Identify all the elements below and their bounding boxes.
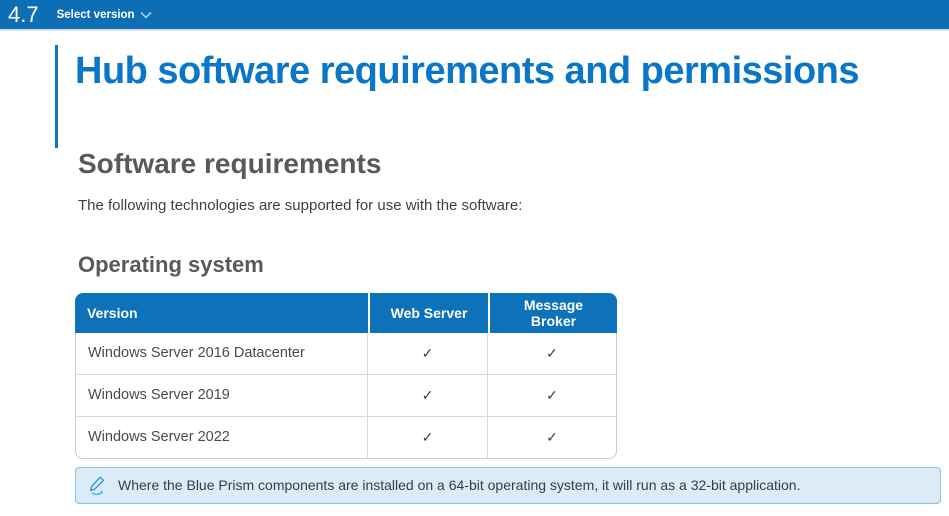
title-block: Hub software requirements and permission…	[55, 45, 949, 148]
documentation-page: 4.7 Select version Hub software requirem…	[0, 0, 949, 516]
page-title: Hub software requirements and permission…	[75, 50, 860, 92]
section-heading-software-requirements: Software requirements	[78, 148, 382, 179]
checkmark-icon: ✓	[546, 386, 558, 403]
pencil-icon	[88, 475, 107, 496]
table-row: Windows Server 2022 ✓ ✓	[75, 416, 617, 459]
select-version-dropdown[interactable]: Select version	[57, 9, 152, 21]
checkmark-icon: ✓	[546, 344, 558, 361]
column-header-message-broker: Message Broker	[488, 292, 617, 333]
chevron-down-icon[interactable]	[140, 11, 152, 19]
version-cell: Windows Server 2016 Datacenter	[75, 332, 368, 375]
table-header-row: Version Web Server Message Broker	[75, 292, 617, 333]
checkmark-icon: ✓	[421, 386, 434, 403]
note-callout: Where the Blue Prism components are inst…	[75, 466, 941, 504]
select-version-label: Select version	[56, 8, 135, 21]
table-row: Windows Server 2016 Datacenter ✓ ✓	[75, 332, 617, 375]
intro-paragraph: The following technologies are supported…	[78, 197, 523, 215]
version-cell: Windows Server 2022	[75, 416, 368, 459]
checkmark-icon: ✓	[421, 344, 434, 361]
subsection-heading-operating-system: Operating system	[78, 251, 264, 277]
version-bar: 4.7 Select version	[0, 0, 949, 31]
column-header-web-server: Web Server	[368, 292, 488, 333]
checkmark-icon: ✓	[546, 428, 558, 445]
table-row: Windows Server 2019 ✓ ✓	[75, 374, 617, 417]
current-version: 4.7	[8, 1, 39, 27]
version-cell: Windows Server 2019	[75, 374, 368, 417]
checkmark-icon: ✓	[421, 428, 434, 445]
column-header-version: Version	[75, 292, 368, 333]
operating-system-table: Version Web Server Message Broker Window…	[75, 292, 617, 459]
note-text: Where the Blue Prism components are inst…	[118, 477, 801, 494]
